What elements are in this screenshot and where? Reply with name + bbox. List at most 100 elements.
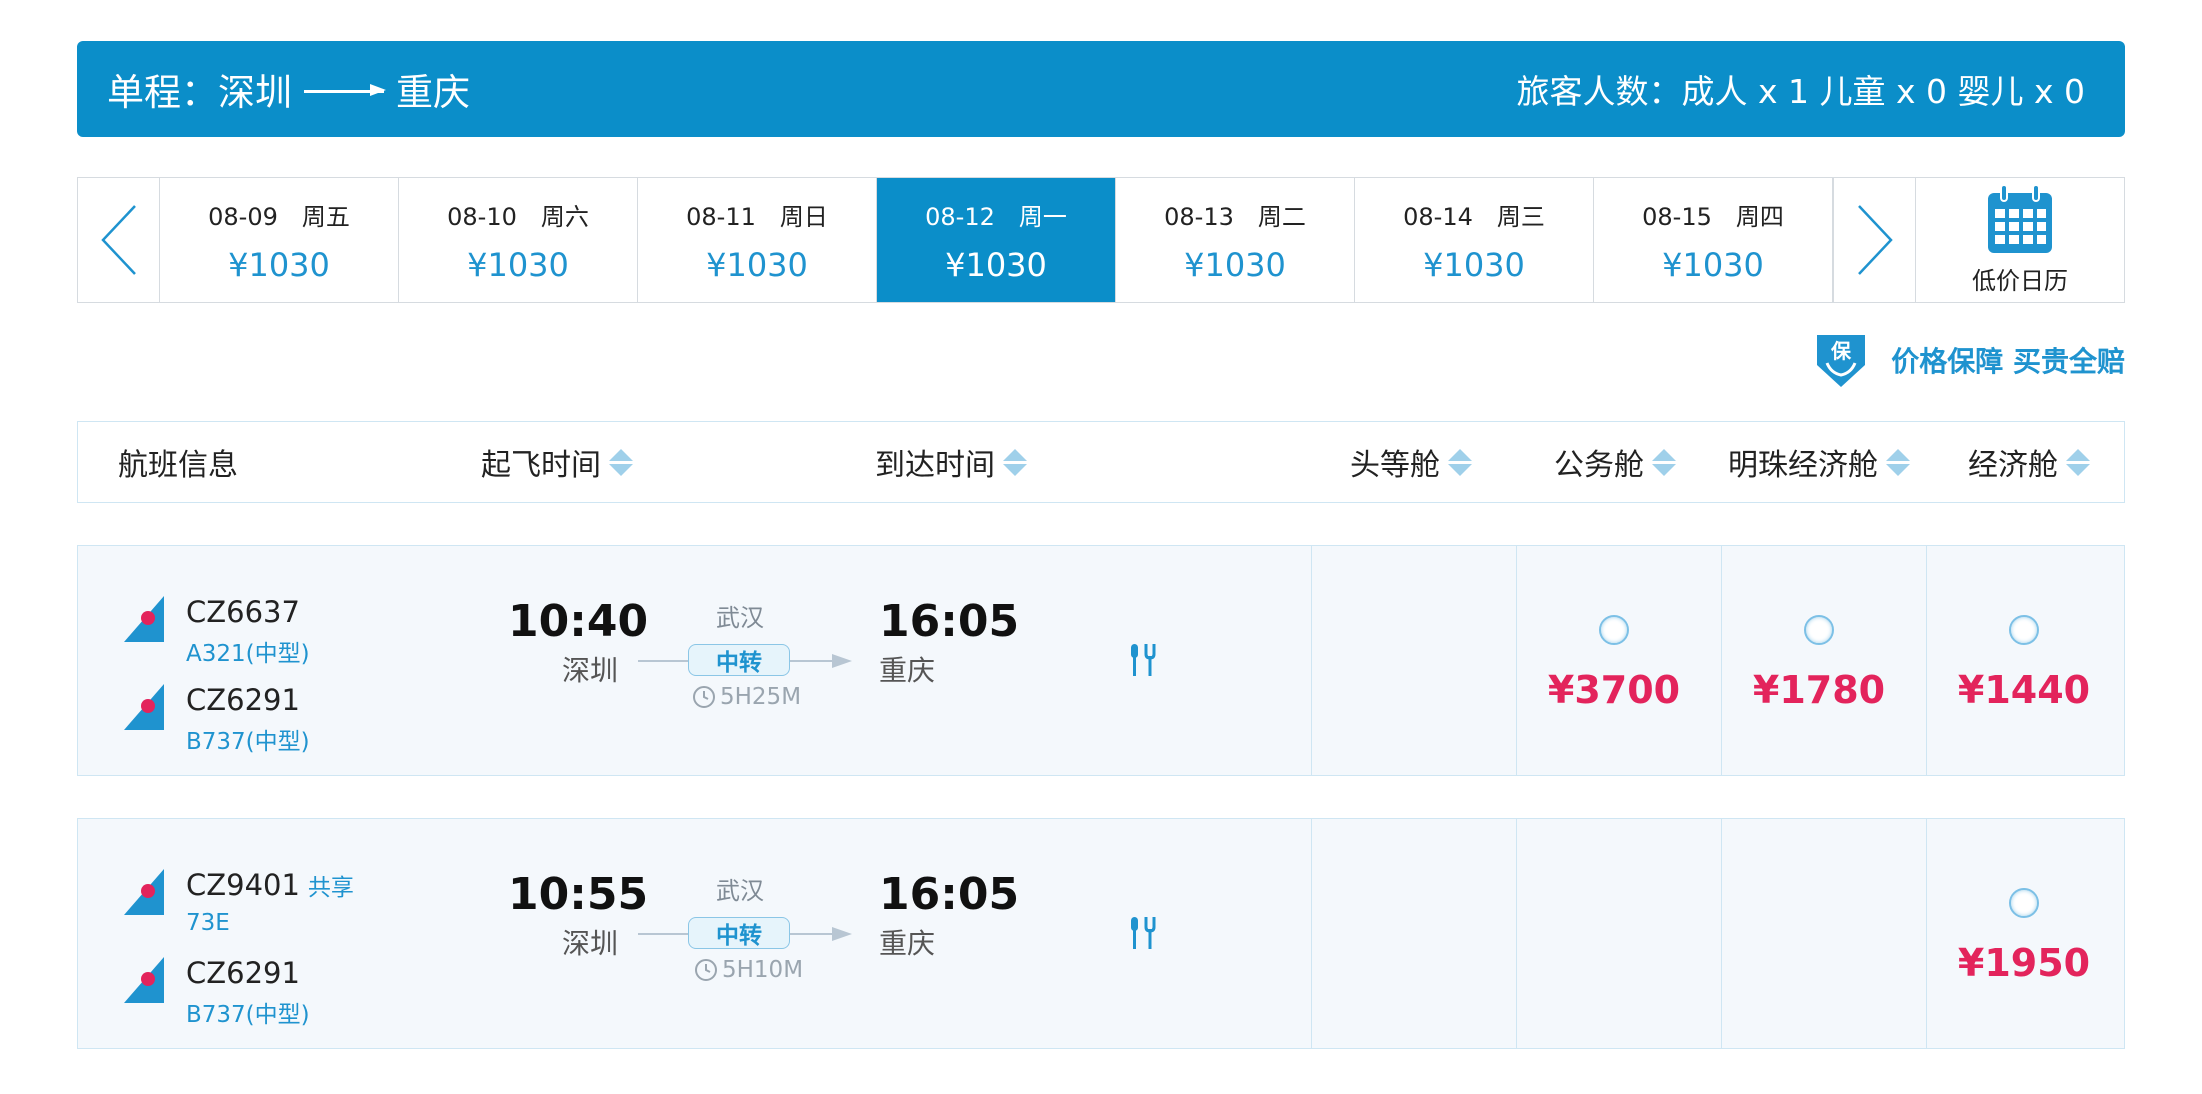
header-label: 经济舱 <box>1968 448 2058 483</box>
duration: 5H10M <box>694 957 803 983</box>
low-price-calendar-button[interactable]: 低价日历 <box>1916 178 2124 302</box>
aircraft-type[interactable]: A321(中型) <box>186 634 310 668</box>
date-cell-5[interactable]: 08-14 周三 ¥1030 <box>1355 178 1594 302</box>
flight-code[interactable]: CZ6291 <box>186 957 310 989</box>
date-label: 08-11 周日 <box>686 202 828 231</box>
chevron-right-icon <box>1857 205 1893 275</box>
sort-icon <box>1448 448 1472 476</box>
sort-first-class[interactable]: 头等舱 <box>1350 422 1472 502</box>
transfer-badge: 中转 <box>688 644 790 676</box>
trip-banner: 单程：深圳 重庆 旅客人数：成人 x 1 儿童 x 0 婴儿 x 0 <box>77 41 2125 137</box>
date-cell-6[interactable]: 08-15 周四 ¥1030 <box>1594 178 1833 302</box>
sort-icon <box>1886 448 1910 476</box>
price-guarantee[interactable]: 保 价格保障 买贵全赔 <box>1813 331 2125 389</box>
flight-row: CZ6637 A321(中型) CZ6291 B737(中型) 10:40 深圳 武… <box>77 545 2125 776</box>
arrive-time: 16:05 <box>879 596 1020 647</box>
route: 单程：深圳 重庆 <box>107 41 470 137</box>
date-strip: 08-09 周五 ¥1030 08-10 周六 ¥1030 08-11 周日 ¥103… <box>77 177 2125 303</box>
flight-row: CZ9401 共享 73E CZ6291 B737(中型) 10:55 深圳 武汉 … <box>77 818 2125 1049</box>
header-label: 航班信息 <box>118 448 238 483</box>
calendar-label: 低价日历 <box>1972 266 2068 295</box>
date-label: 08-13 周二 <box>1164 202 1306 231</box>
header-label: 头等舱 <box>1350 448 1440 483</box>
duration: 5H25M <box>692 684 801 710</box>
guarantee-label: 价格保障 买贵全赔 <box>1891 345 2125 378</box>
airline-logo-icon <box>124 869 164 915</box>
aircraft-type[interactable]: 73E <box>186 910 354 936</box>
duration-text: 5H10M <box>722 957 804 983</box>
clock-icon <box>695 959 717 981</box>
date-cell-0[interactable]: 08-09 周五 ¥1030 <box>160 178 399 302</box>
aircraft-type[interactable]: B737(中型) <box>186 995 310 1029</box>
flight-segment: CZ6291 B737(中型) <box>114 684 310 756</box>
sort-icon <box>1003 448 1027 476</box>
aircraft-type[interactable]: B737(中型) <box>186 722 310 756</box>
flight-segment: CZ9401 共享 73E <box>114 869 354 936</box>
header-label: 公务舱 <box>1554 448 1644 483</box>
date-cell-1[interactable]: 08-10 周六 ¥1030 <box>399 178 638 302</box>
date-label: 08-12 周一 <box>925 202 1067 231</box>
sort-arrive-time[interactable]: 到达时间 <box>875 422 1027 502</box>
date-cell-3-selected[interactable]: 08-12 周一 ¥1030 <box>877 178 1116 302</box>
clock-icon <box>693 686 715 708</box>
depart-time: 10:40 <box>508 596 649 647</box>
economy-price: ¥1440 <box>1957 668 2091 712</box>
sort-economy[interactable]: 经济舱 <box>1968 422 2090 502</box>
date-price: ¥1030 <box>1662 245 1764 284</box>
select-business-radio[interactable] <box>1599 615 1629 645</box>
depart-city: 深圳 <box>562 927 619 960</box>
next-dates-button[interactable] <box>1833 178 1916 302</box>
sort-depart-time[interactable]: 起飞时间 <box>481 422 633 502</box>
sort-business-class[interactable]: 公务舱 <box>1554 422 1676 502</box>
date-price: ¥1030 <box>945 245 1047 284</box>
header-label: 明珠经济舱 <box>1728 448 1878 483</box>
sort-pearl-economy[interactable]: 明珠经济舱 <box>1728 422 1910 502</box>
select-pearl-radio[interactable] <box>1804 615 1834 645</box>
date-price: ¥1030 <box>467 245 569 284</box>
sort-icon <box>609 448 633 476</box>
date-price: ¥1030 <box>706 245 808 284</box>
date-label: 08-09 周五 <box>208 202 350 231</box>
depart-city: 深圳 <box>562 654 619 687</box>
transfer-city: 武汉 <box>716 877 764 905</box>
chevron-left-icon <box>100 205 136 275</box>
date-price: ¥1030 <box>1423 245 1525 284</box>
flight-table-header: 航班信息 起飞时间 到达时间 头等舱 公务舱 明珠经济舱 经济舱 <box>77 421 2125 503</box>
passenger-count: 旅客人数：成人 x 1 儿童 x 0 婴儿 x 0 <box>1516 72 2086 111</box>
transfer-badge: 中转 <box>688 917 790 949</box>
date-label: 08-15 周四 <box>1642 202 1784 231</box>
arrive-time: 16:05 <box>879 869 1020 920</box>
airline-logo-icon <box>124 596 164 642</box>
flight-segment: CZ6637 A321(中型) <box>114 596 310 668</box>
calendar-icon <box>1988 184 2052 253</box>
select-economy-radio[interactable] <box>2009 888 2039 918</box>
guarantee-icon-char: 保 <box>1830 339 1852 363</box>
header-label: 起飞时间 <box>481 448 601 483</box>
header-label: 到达时间 <box>875 448 995 483</box>
codeshare-label[interactable]: 共享 <box>308 875 354 901</box>
flight-segment: CZ6291 B737(中型) <box>114 957 310 1029</box>
shield-hand-icon: 保 <box>1817 335 1866 387</box>
date-price: ¥1030 <box>228 245 330 284</box>
airline-logo-icon <box>124 684 164 730</box>
economy-price: ¥1950 <box>1957 941 2091 985</box>
date-cell-2[interactable]: 08-11 周日 ¥1030 <box>638 178 877 302</box>
meal-icon <box>1126 915 1160 953</box>
transfer-city: 武汉 <box>716 604 764 632</box>
to-city: 重庆 <box>396 71 470 114</box>
flight-code[interactable]: CZ6637 <box>186 596 310 628</box>
flight-code[interactable]: CZ6291 <box>186 684 310 716</box>
header-flight-info: 航班信息 <box>118 422 238 502</box>
select-economy-radio[interactable] <box>2009 615 2039 645</box>
business-price: ¥3700 <box>1547 668 1681 712</box>
date-price: ¥1030 <box>1184 245 1286 284</box>
depart-time: 10:55 <box>508 869 649 920</box>
arrive-city: 重庆 <box>879 654 936 687</box>
pearl-price: ¥1780 <box>1752 668 1886 712</box>
flight-code[interactable]: CZ9401 <box>186 868 300 902</box>
arrive-city: 重庆 <box>879 927 936 960</box>
date-cell-4[interactable]: 08-13 周二 ¥1030 <box>1116 178 1355 302</box>
prev-dates-button[interactable] <box>78 178 160 302</box>
duration-text: 5H25M <box>720 684 802 710</box>
sort-icon <box>1652 448 1676 476</box>
